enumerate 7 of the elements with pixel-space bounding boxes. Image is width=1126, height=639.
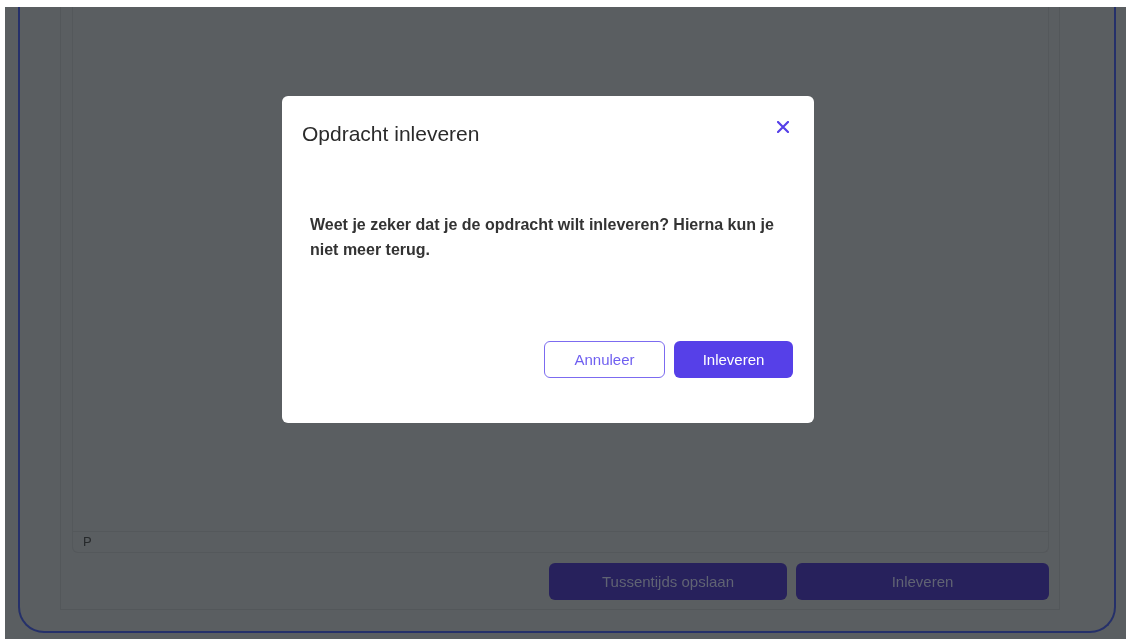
cancel-button[interactable]: Annuleer [544, 341, 665, 378]
submit-button[interactable]: Inleveren [796, 563, 1049, 600]
confirm-button[interactable]: Inleveren [674, 341, 793, 378]
save-draft-button[interactable]: Tussentijds opslaan [549, 563, 787, 600]
dialog-title: Opdracht inleveren [302, 122, 480, 146]
confirmation-message: Weet je zeker dat je de opdracht wilt inleveren? Hierna kun je niet meer terug. [310, 215, 775, 260]
close-icon[interactable] [777, 121, 789, 133]
